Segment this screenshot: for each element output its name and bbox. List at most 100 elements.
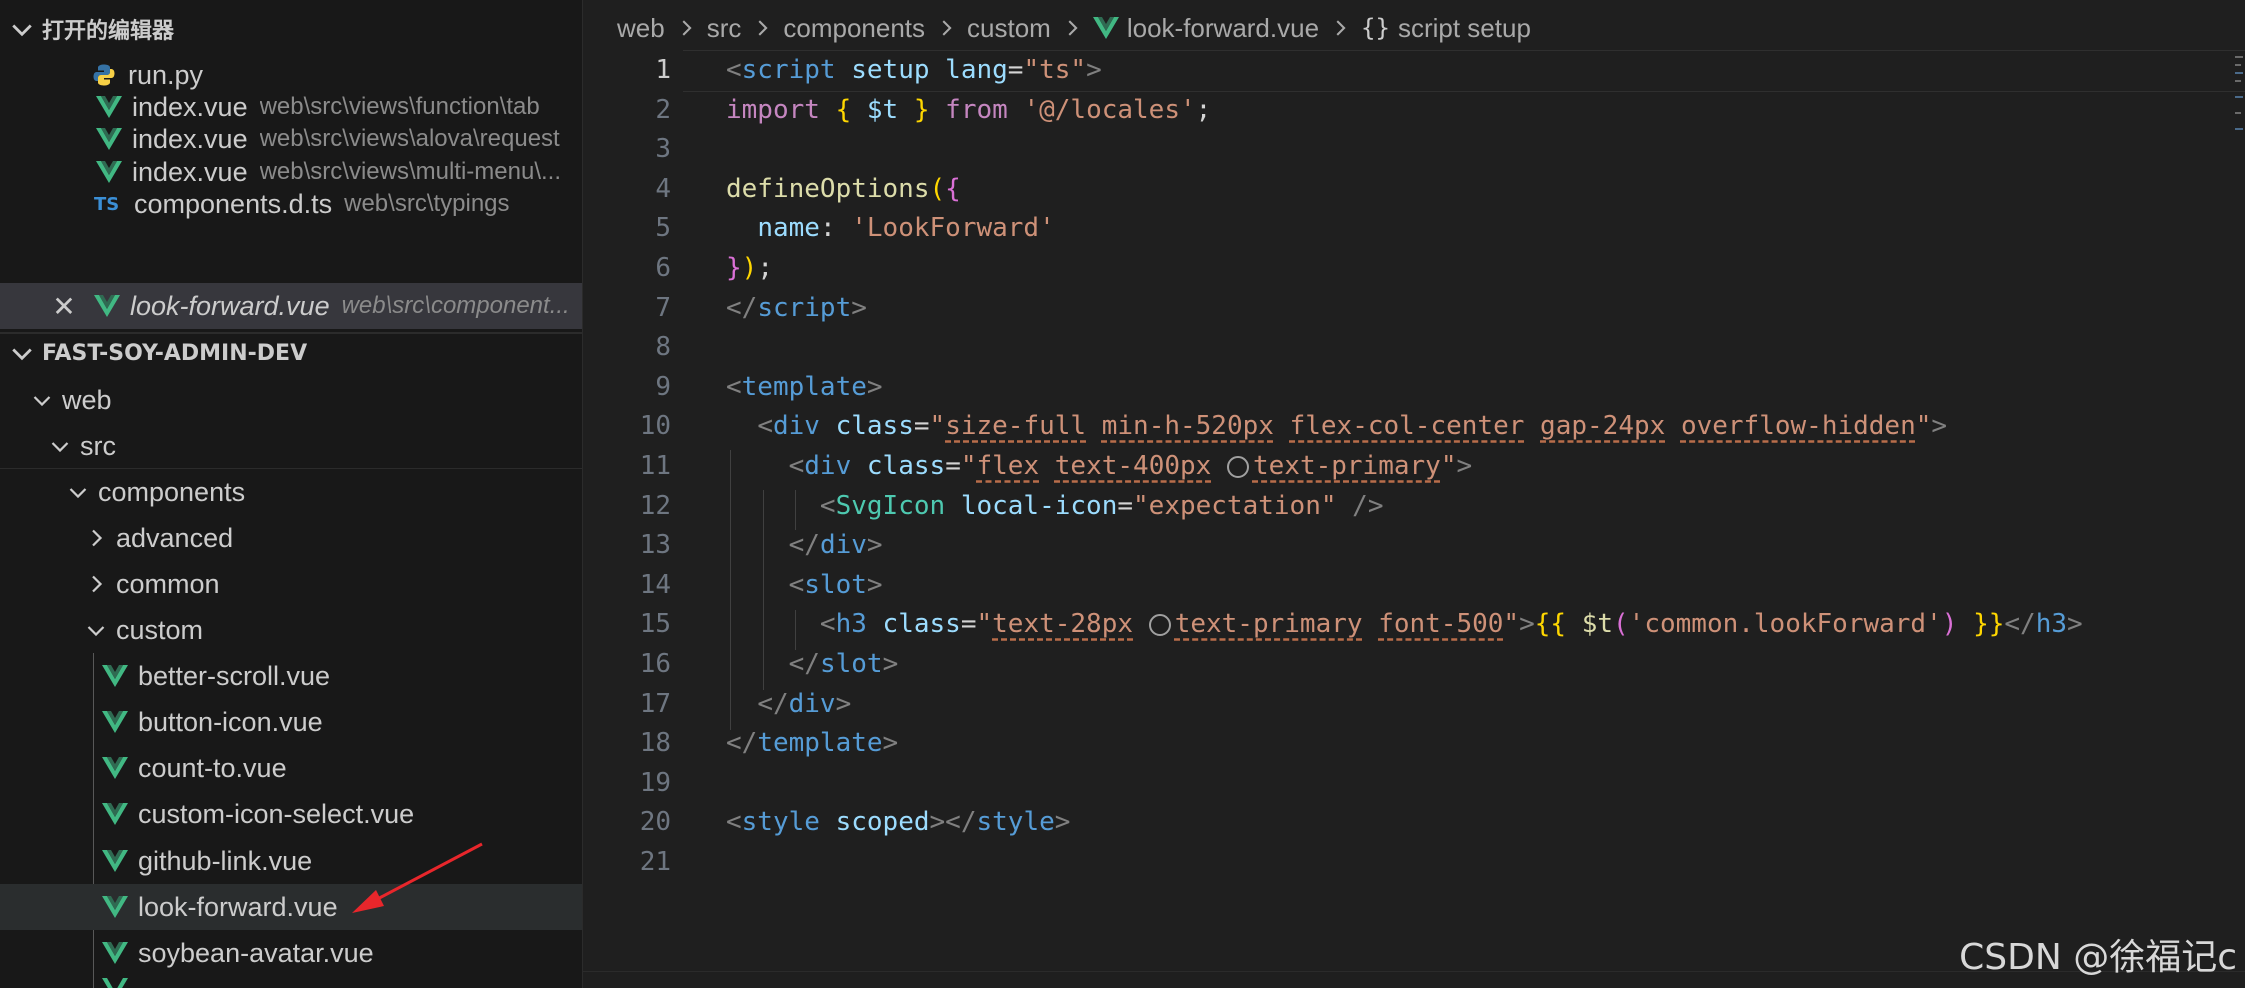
code-line[interactable]: 16 </slot> — [583, 644, 2245, 684]
code-token: " — [976, 609, 993, 640]
code-token: > — [866, 530, 883, 561]
tree-folder-custom[interactable]: custom — [0, 607, 582, 653]
code-token: ) — [1941, 609, 1958, 640]
code-token: ></ — [929, 807, 977, 838]
file-name: look-forward.vue — [130, 290, 330, 321]
vue-icon — [96, 128, 122, 150]
code-token: 'LookForward' — [851, 213, 1055, 244]
tree-file[interactable]: github-link.vue — [0, 838, 582, 884]
code-text: <slot> — [726, 565, 883, 605]
chevron-right-icon — [758, 20, 768, 36]
code-line[interactable]: 1 <script setup lang="ts"> — [583, 50, 2245, 90]
code-line[interactable]: 18 </template> — [583, 723, 2245, 763]
code-token: 'common.lookForward' — [1628, 609, 1942, 640]
code-line[interactable]: 2 import { $t } from '@/locales'; — [583, 90, 2245, 130]
code-line[interactable]: 13 </div> — [583, 525, 2245, 565]
code-line[interactable]: 14 <slot> — [583, 565, 2245, 605]
project-header[interactable]: FAST-SOY-ADMIN-DEV — [0, 333, 582, 373]
code-token: < — [726, 807, 742, 838]
tree-folder-src[interactable]: src — [0, 423, 582, 469]
code-token: from — [945, 94, 1008, 125]
code-line[interactable]: 9 <template> — [583, 367, 2245, 407]
code-editor[interactable]: web src components custom look-forward.v… — [583, 0, 2245, 988]
code-line[interactable]: 12 <SvgIcon local-icon="expectation" /> — [583, 486, 2245, 526]
vue-icon — [102, 896, 128, 918]
open-editors-header[interactable]: 打开的编辑器 — [0, 9, 582, 49]
code-line[interactable]: 4 defineOptions({ — [583, 169, 2245, 209]
code-line[interactable]: 21 — [583, 842, 2245, 882]
code-line[interactable]: 17 </div> — [583, 684, 2245, 724]
code-token: min-h-520px — [1101, 411, 1274, 442]
line-number: 16 — [639, 649, 671, 679]
tree-folder-components[interactable]: components — [0, 469, 582, 515]
breadcrumb: web src components custom look-forward.v… — [583, 0, 2245, 56]
close-icon[interactable]: ✕ — [44, 290, 84, 323]
breadcrumb-item[interactable]: web — [617, 13, 665, 44]
code-token: } — [726, 253, 742, 283]
code-token: > — [1931, 411, 1948, 442]
code-line[interactable]: 7 </script> — [583, 288, 2245, 328]
code-text: }); — [726, 248, 773, 288]
code-token: defineOptions — [726, 173, 930, 204]
minimap-scroll-indicator[interactable] — [2231, 56, 2245, 136]
tree-file[interactable]: better-scroll.vue — [0, 653, 582, 699]
code-token: text-28px — [992, 609, 1134, 640]
code-line[interactable]: 6}); — [583, 248, 2245, 288]
code-text: <template> — [726, 367, 883, 407]
code-token: class — [835, 411, 914, 442]
code-line[interactable]: 20 <style scoped></style> — [583, 802, 2245, 842]
tree-file[interactable]: button-icon.vue — [0, 699, 582, 745]
tree-label: web — [62, 384, 112, 415]
code-line[interactable]: 5 name: 'LookForward' — [583, 208, 2245, 248]
tree-folder-web[interactable]: web — [0, 377, 582, 423]
chevron-right-icon — [1068, 20, 1078, 36]
open-editor-item[interactable]: TS components.d.ts web\src\typings — [0, 181, 582, 227]
code-line[interactable]: 15 <h3 class="text-28px text-primary fon… — [583, 604, 2245, 644]
code-line[interactable]: 11 <div class="flex text-400px text-prim… — [583, 446, 2245, 486]
code-token: $t — [866, 94, 899, 125]
line-number: 20 — [639, 807, 671, 838]
code-token: { — [945, 173, 961, 204]
code-line[interactable]: 19 — [583, 763, 2245, 803]
code-line[interactable]: 3 — [583, 129, 2245, 169]
code-token: > — [866, 569, 883, 600]
tree-file[interactable]: soybean-avatar.vue — [0, 930, 582, 976]
code-token: setup — [851, 55, 930, 85]
tree-label: count-to.vue — [138, 752, 287, 783]
tree-file[interactable]: count-to.vue — [0, 745, 582, 791]
breadcrumb-item[interactable]: components — [783, 13, 925, 44]
code-line[interactable]: 10 <div class="size-full min-h-520px fle… — [583, 406, 2245, 446]
code-line[interactable]: 8 — [583, 327, 2245, 367]
color-swatch-icon[interactable] — [1226, 456, 1249, 478]
tree-file-selected[interactable]: look-forward.vue — [0, 884, 582, 930]
indent-guide — [763, 490, 764, 690]
code-token: flex-col-center — [1289, 411, 1525, 442]
tree-folder-common[interactable]: common — [0, 561, 582, 607]
code-text: import { $t } from '@/locales'; — [726, 90, 1211, 130]
breadcrumb-item[interactable]: look-forward.vue — [1127, 13, 1319, 44]
open-editor-item-active[interactable]: ✕ look-forward.vue web\src\component... — [0, 283, 582, 329]
code-token: </ — [757, 688, 789, 719]
code-token: " — [1503, 609, 1520, 640]
breadcrumb-item[interactable]: custom — [967, 13, 1051, 44]
line-number: 15 — [639, 609, 671, 640]
code-token: < — [726, 371, 742, 402]
tree-file[interactable]: custom-icon-select.vue — [0, 791, 582, 837]
code-token: script — [741, 55, 836, 85]
vue-icon — [96, 161, 122, 183]
color-swatch-icon[interactable] — [1148, 614, 1171, 637]
code-token: slot — [804, 569, 867, 600]
line-number: 13 — [639, 530, 671, 561]
breadcrumb-item[interactable]: script setup — [1398, 13, 1531, 44]
breadcrumb-item[interactable]: src — [707, 13, 742, 44]
tree-folder-advanced[interactable]: advanced — [0, 515, 582, 561]
code-token: overflow-hidden — [1680, 411, 1916, 442]
vue-icon — [102, 850, 128, 872]
